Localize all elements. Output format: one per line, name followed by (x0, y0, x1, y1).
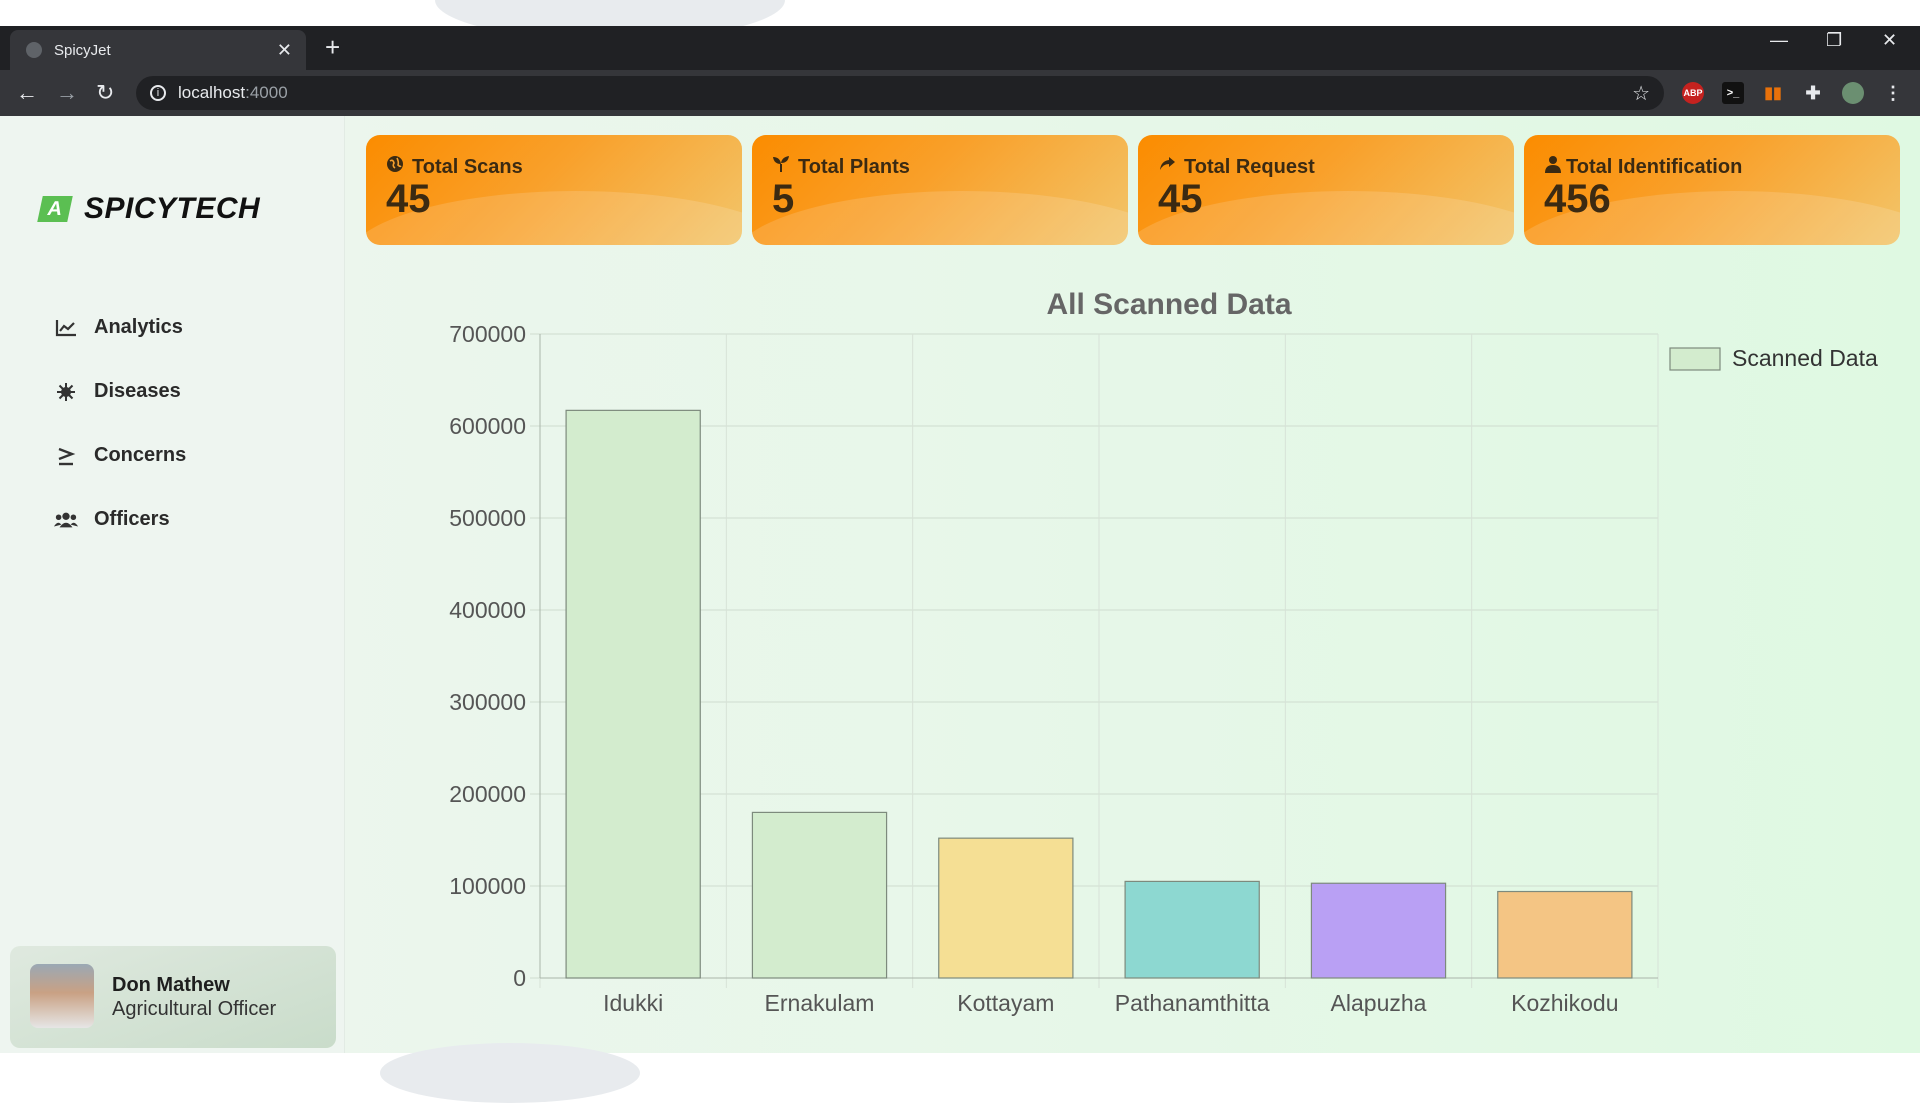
close-tab-icon[interactable]: ✕ (277, 40, 292, 61)
x-tick-label: Alapuzha (1331, 990, 1427, 1016)
chart-bar (565, 409, 701, 979)
puzzle-icon[interactable]: ✚ (1802, 82, 1824, 104)
chart-bar (1124, 880, 1260, 979)
app-content: A SPICYTECH Analytics Diseases Concerns (0, 116, 1920, 1053)
profile-avatar-icon[interactable] (1842, 82, 1864, 104)
info-icon[interactable]: i (150, 85, 166, 101)
y-tick-label: 600000 (449, 413, 526, 439)
legend-label: Scanned Data (1732, 345, 1878, 371)
back-icon[interactable]: ← (16, 80, 38, 106)
reload-icon[interactable]: ↻ (96, 80, 114, 106)
browser-chrome: SpicyJet ✕ + — ❐ ✕ ← → ↻ i localhost:400… (0, 26, 1920, 116)
scanned-data-chart: 0 100000 200000 300000 400000 500000 600000 700… (449, 288, 1878, 1016)
menu-dots-icon[interactable]: ⋮ (1882, 82, 1904, 104)
y-tick-label: 0 (513, 965, 526, 991)
x-tick-label: Pathanamthitta (1115, 990, 1270, 1016)
chart-bar (1497, 890, 1633, 979)
chart-bar (1310, 882, 1447, 979)
address-bar[interactable]: i localhost:4000 ☆ (136, 76, 1664, 110)
extension-bars-icon[interactable]: ▮▮ (1762, 82, 1784, 104)
chart-bar (938, 837, 1074, 979)
x-tick-label: Kozhikodu (1511, 990, 1618, 1016)
adblock-icon[interactable]: ABP (1682, 82, 1704, 104)
x-tick-label: Idukki (603, 990, 663, 1016)
y-tick-label: 100000 (449, 873, 526, 899)
url-host: localhost (178, 83, 246, 102)
tab-bar: SpicyJet ✕ + — ❐ ✕ (0, 26, 1920, 70)
top-margin (0, 0, 1920, 40)
new-tab-button[interactable]: + (325, 32, 340, 63)
globe-icon (26, 42, 42, 58)
close-window-icon[interactable]: ✕ (1882, 30, 1897, 51)
y-tick-label: 300000 (449, 689, 526, 715)
x-tick-label: Kottayam (957, 990, 1054, 1016)
browser-tab[interactable]: SpicyJet ✕ (10, 30, 306, 70)
bottom-margin (0, 1043, 1920, 1103)
y-tick-label: 500000 (449, 505, 526, 531)
y-tick-label: 700000 (449, 321, 526, 347)
forward-icon[interactable]: → (56, 80, 78, 106)
x-tick-label: Ernakulam (765, 990, 875, 1016)
url-port: :4000 (245, 83, 288, 102)
background-shape (380, 1043, 640, 1103)
restore-icon[interactable]: ❐ (1826, 30, 1842, 51)
terminal-icon[interactable]: >_ (1722, 82, 1744, 104)
bookmark-star-icon[interactable]: ☆ (1632, 81, 1650, 106)
y-tick-label: 400000 (449, 597, 526, 623)
chart-title: All Scanned Data (1046, 288, 1291, 321)
legend-swatch (1669, 347, 1721, 371)
chart-bar (751, 811, 888, 979)
tab-title: SpicyJet (54, 41, 111, 59)
browser-toolbar: ← → ↻ i localhost:4000 ☆ ABP >_ ▮▮ ✚ ⋮ (0, 70, 1920, 116)
address-url[interactable]: localhost:4000 (178, 83, 288, 103)
y-tick-label: 200000 (449, 781, 526, 807)
minimize-icon[interactable]: — (1770, 30, 1788, 51)
